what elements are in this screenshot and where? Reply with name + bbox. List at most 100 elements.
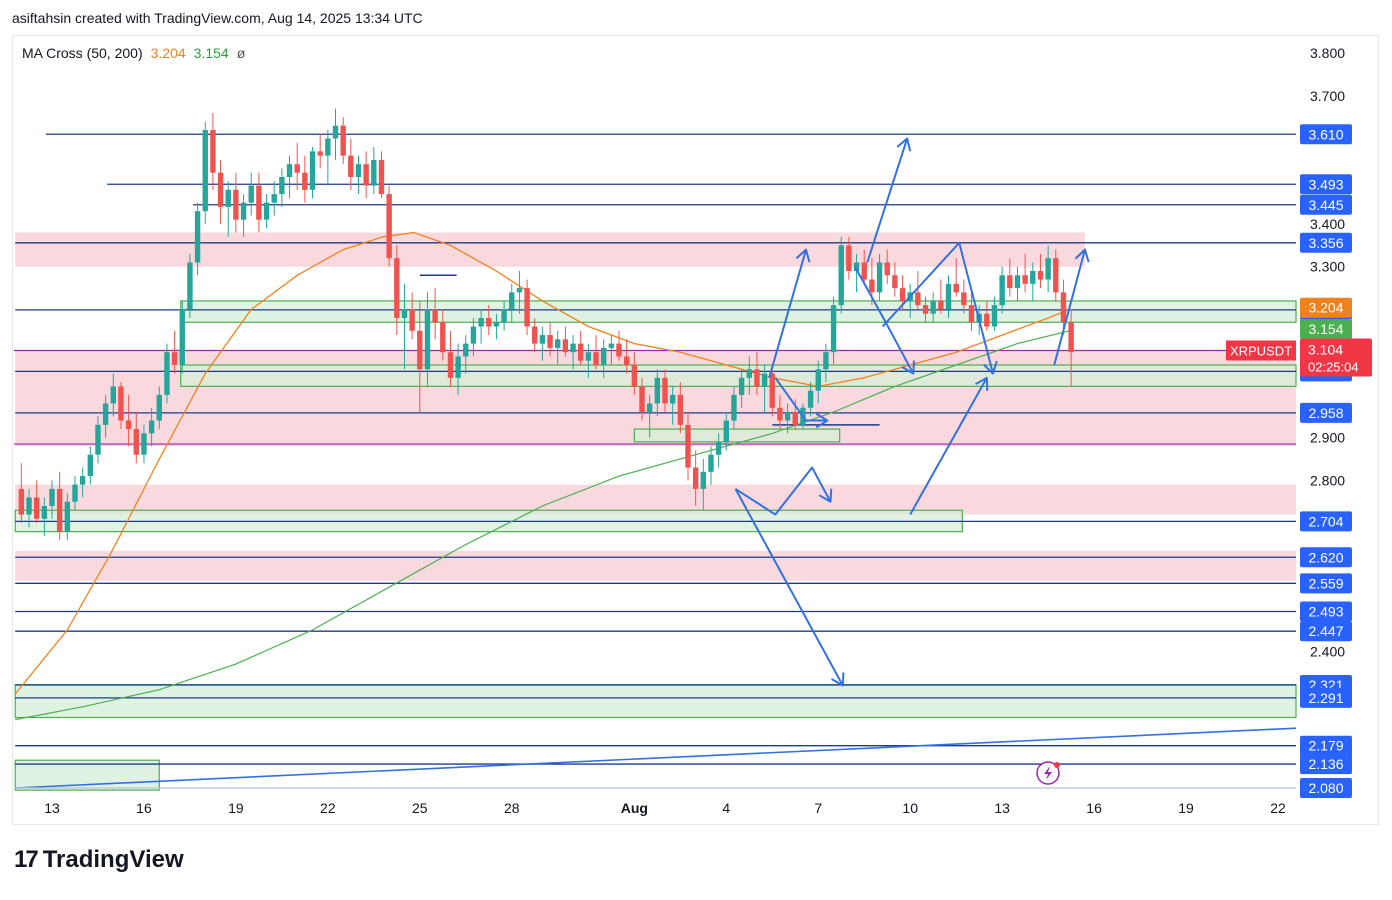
time-tick: 22 [320, 800, 336, 816]
candle-body [999, 275, 1005, 306]
candle-body [1022, 275, 1028, 284]
countdown-label: 02:25:04 [1308, 359, 1359, 374]
candle-body [1053, 258, 1059, 293]
time-tick: 10 [902, 800, 918, 816]
candle-body [33, 497, 40, 519]
candle-body [792, 412, 798, 425]
price-chart[interactable]: 3.800 3.700 3.400 3.300 2.900 2.800 2.400 3.610… [0, 0, 1392, 830]
candle-body [639, 386, 645, 412]
candle-body [72, 484, 78, 502]
candle-body [256, 185, 262, 220]
candle-body [524, 288, 530, 327]
time-tick: 16 [136, 800, 152, 816]
candle-body [1030, 271, 1036, 284]
candle [363, 151, 369, 199]
candle-body [501, 309, 507, 323]
candle-body [417, 330, 423, 370]
candle [56, 471, 63, 541]
candle [179, 300, 185, 374]
candles-layer [18, 108, 1074, 541]
candle-body [746, 369, 752, 378]
time-tick: 28 [504, 800, 520, 816]
zones-layer [14, 232, 1297, 791]
candle [578, 330, 584, 365]
candle-body [961, 292, 967, 306]
candle-body [202, 130, 208, 212]
candle-body [692, 467, 699, 489]
candle-body [424, 309, 431, 370]
candle-body [87, 454, 94, 477]
candle-body [922, 305, 929, 314]
candle-body [601, 347, 607, 365]
candle-body [309, 151, 316, 190]
support-zone [14, 683, 1297, 719]
candle-body [738, 377, 745, 395]
candle-body [187, 262, 193, 310]
candle-body [777, 407, 783, 421]
candle [340, 117, 346, 165]
candle-body [148, 420, 155, 434]
candle-body [585, 352, 592, 361]
candle [309, 147, 316, 199]
candle-body [708, 454, 714, 472]
candle-body [409, 309, 415, 331]
level-tag-label: 3.610 [1308, 126, 1343, 142]
candle [225, 181, 231, 237]
candle-body [355, 164, 362, 177]
candle-body [440, 322, 446, 353]
level-tag-label: 2.179 [1308, 738, 1343, 754]
tradingview-brand[interactable]: 17 TradingView [14, 846, 184, 874]
candle-body [1068, 322, 1074, 353]
candle-body [991, 305, 998, 327]
time-tick: 7 [814, 800, 822, 816]
candle [378, 151, 385, 199]
candle-body [892, 275, 898, 289]
candle-body [861, 262, 867, 280]
resistance-zone [15, 232, 1085, 267]
candle [302, 155, 308, 203]
ma50-value: 3.204 [150, 45, 186, 61]
candle-body [654, 377, 661, 404]
candle-body [731, 394, 737, 421]
candle [263, 194, 270, 229]
candle [187, 253, 193, 318]
candle [164, 343, 170, 404]
candle-body [631, 365, 638, 387]
candle [386, 185, 392, 267]
candle-body [823, 352, 829, 370]
candle [616, 330, 622, 361]
time-tick: 22 [1270, 800, 1286, 816]
bolt-layer [1036, 761, 1060, 785]
candle-body [164, 352, 170, 395]
candle-body [509, 292, 515, 310]
candle [202, 121, 208, 224]
candle [371, 147, 377, 195]
candle [279, 168, 285, 207]
candle-body [18, 488, 25, 515]
candle-body [194, 211, 201, 263]
candle-body [240, 202, 247, 220]
time-tick: 16 [1086, 800, 1102, 816]
candle [938, 279, 944, 314]
candle-body [516, 288, 523, 293]
candle-body [539, 335, 546, 344]
level-tag-label: 2.080 [1308, 780, 1343, 796]
candle [409, 292, 415, 340]
candle-body [332, 125, 339, 139]
candle-body [478, 318, 484, 327]
candle-body [317, 151, 323, 156]
visibility-icon[interactable]: ø [237, 45, 246, 61]
candle-body [363, 164, 369, 186]
candle [325, 130, 331, 186]
candle-body [156, 394, 162, 421]
time-tick: 4 [722, 800, 730, 816]
support-zone [180, 300, 1297, 323]
time-tick: 19 [1178, 800, 1194, 816]
level-tag-label: 3.356 [1308, 235, 1343, 251]
indicator-legend[interactable]: MA Cross (50, 200) 3.204 3.154 ø [22, 45, 245, 61]
candle-body [493, 322, 500, 327]
candle-body [562, 339, 569, 353]
candle [240, 194, 247, 237]
price-tick: 3.400 [1310, 216, 1345, 232]
candle-body [915, 292, 921, 306]
